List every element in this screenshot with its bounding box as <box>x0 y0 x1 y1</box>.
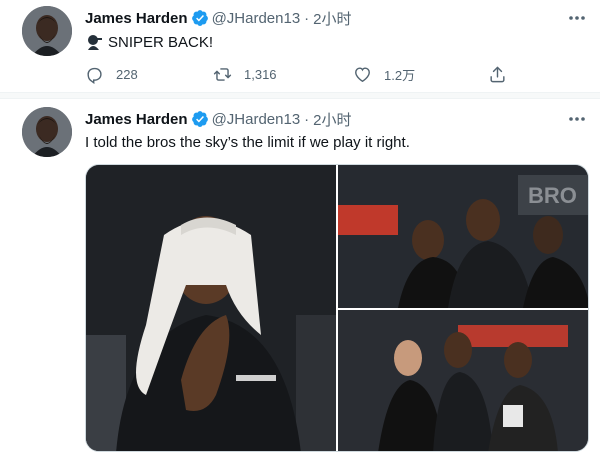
photo-image: BRO <box>338 165 588 308</box>
like-button[interactable]: 1.2万 <box>353 62 415 86</box>
more-options-icon[interactable] <box>566 109 588 129</box>
tweet-header: James Harden @JHarden13 · 2小时 <box>85 8 352 28</box>
author-handle[interactable]: @JHarden13 <box>212 10 301 27</box>
tweet-text-content: I told the bros the sky’s the limit if w… <box>85 134 410 151</box>
more-options-icon[interactable] <box>566 8 588 28</box>
photo-image <box>338 310 588 451</box>
avatar-photo <box>22 6 72 56</box>
verified-badge-icon <box>191 10 208 26</box>
tweet[interactable]: James Harden @JHarden13 · 2小时 I told the… <box>0 99 600 453</box>
separator-dot: · <box>304 9 310 27</box>
separator-dot: · <box>304 110 310 128</box>
tweet[interactable]: James Harden @JHarden13 · 2小时 SNIPER BAC… <box>0 0 600 93</box>
author-name[interactable]: James Harden <box>85 10 188 27</box>
reply-icon <box>87 67 102 84</box>
tweet-header: James Harden @JHarden13 · 2小时 <box>85 109 352 129</box>
share-button[interactable] <box>488 62 519 86</box>
tweet-text: I told the bros the sky’s the limit if w… <box>85 134 410 151</box>
verified-badge-icon <box>191 111 208 127</box>
media-grid: BRO <box>85 164 589 452</box>
avatar[interactable] <box>22 6 72 56</box>
svg-text:BRO: BRO <box>528 183 577 208</box>
avatar-photo <box>22 107 72 157</box>
retweet-icon <box>213 67 232 81</box>
tweet-actions: 228 1,316 1.2万 <box>83 62 523 86</box>
photo-bench-players[interactable]: BRO <box>338 165 588 308</box>
tweet-time[interactable]: 2小时 <box>313 109 351 130</box>
avatar[interactable] <box>22 107 72 157</box>
like-count: 1.2万 <box>384 67 416 83</box>
tweet-text: SNIPER BACK! <box>85 33 213 51</box>
photo-bench-players-2[interactable] <box>338 310 588 451</box>
heart-icon <box>355 66 370 82</box>
retweet-count: 1,316 <box>244 66 277 82</box>
retweet-button[interactable]: 1,316 <box>213 62 277 86</box>
reply-button[interactable]: 228 <box>85 62 138 86</box>
author-name[interactable]: James Harden <box>85 111 188 128</box>
photo-player-with-towel[interactable] <box>86 165 336 451</box>
tweet-text-content: SNIPER BACK! <box>108 33 214 51</box>
reply-count: 228 <box>116 66 138 82</box>
author-handle[interactable]: @JHarden13 <box>212 111 301 128</box>
share-icon <box>490 66 505 82</box>
tweet-time[interactable]: 2小时 <box>313 8 351 29</box>
sniper-emoji-icon <box>88 35 102 50</box>
photo-image <box>86 165 336 451</box>
